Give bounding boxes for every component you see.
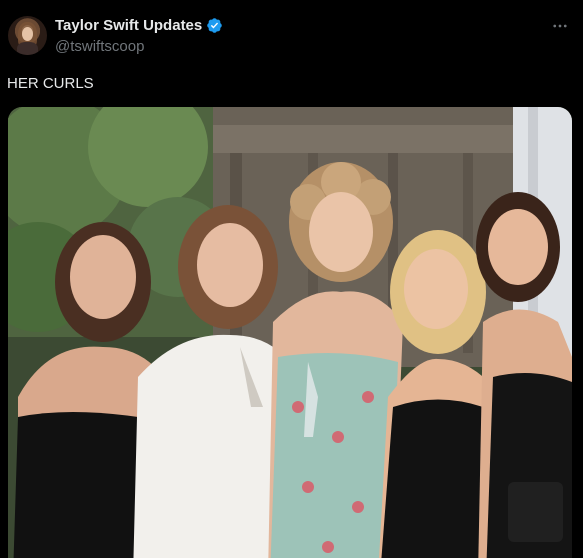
avatar[interactable]	[8, 16, 47, 55]
avatar-body	[17, 42, 38, 55]
tweet-post: Taylor Swift Updates @tswiftscoop HER CU…	[0, 0, 583, 558]
photo-illustration	[8, 107, 572, 558]
tweet-media-photo[interactable]	[8, 107, 572, 558]
verified-badge-icon	[207, 18, 223, 33]
author-name-row: Taylor Swift Updates	[55, 17, 223, 34]
tweet-text: HER CURLS	[7, 75, 94, 92]
author-handle[interactable]: @tswiftscoop	[55, 38, 144, 55]
more-dots-graphic	[553, 24, 567, 28]
more-horizontal-icon[interactable]	[551, 17, 569, 35]
author-display-name[interactable]: Taylor Swift Updates	[55, 17, 202, 34]
avatar-face	[22, 27, 33, 41]
